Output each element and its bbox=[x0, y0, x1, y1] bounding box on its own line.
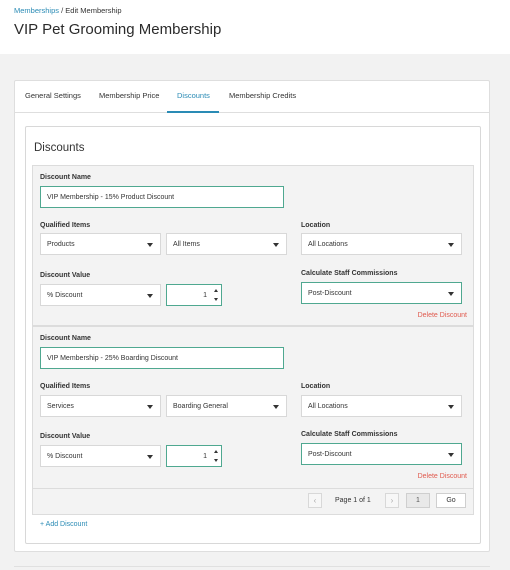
pagination-bar: ‹ Page 1 of 1 › 1 Go bbox=[32, 489, 474, 515]
page-header: Memberships / Edit Membership VIP Pet Gr… bbox=[0, 0, 510, 54]
chevron-down-icon bbox=[147, 455, 153, 459]
chevron-down-icon bbox=[448, 292, 454, 296]
discount-name-label: Discount Name bbox=[40, 335, 91, 342]
tab-bar: General Settings Membership Price Discou… bbox=[15, 81, 489, 113]
value-type-select[interactable]: % Discount bbox=[40, 284, 161, 306]
location-select[interactable]: All Locations bbox=[301, 395, 462, 417]
item-type-value: Products bbox=[47, 241, 75, 248]
stepper-down-icon[interactable] bbox=[214, 298, 218, 301]
page-title: VIP Pet Grooming Membership bbox=[14, 21, 222, 38]
prev-page-button[interactable]: ‹ bbox=[308, 493, 322, 508]
location-label: Location bbox=[301, 222, 331, 229]
stepper-up-icon[interactable] bbox=[214, 450, 218, 453]
tab-membership-price[interactable]: Membership Price bbox=[99, 91, 159, 100]
chevron-down-icon bbox=[147, 405, 153, 409]
discount-value-label: Discount Value bbox=[40, 272, 91, 279]
delete-discount-link[interactable]: Delete Discount bbox=[418, 312, 467, 319]
discount-value-stepper[interactable]: 1 bbox=[166, 445, 222, 467]
discounts-panel: Discounts Discount Name VIP Membership -… bbox=[25, 126, 481, 544]
tab-discounts[interactable]: Discounts bbox=[177, 91, 210, 100]
item-type-value: Services bbox=[47, 403, 74, 410]
location-select[interactable]: All Locations bbox=[301, 233, 462, 255]
divider bbox=[14, 566, 490, 567]
item-scope-value: All Items bbox=[173, 241, 200, 248]
location-value: All Locations bbox=[308, 241, 348, 248]
staff-commissions-label: Calculate Staff Commissions bbox=[301, 431, 398, 438]
chevron-down-icon bbox=[147, 243, 153, 247]
value-type-value: % Discount bbox=[47, 292, 83, 299]
staff-commissions-label: Calculate Staff Commissions bbox=[301, 270, 398, 277]
discount-value-stepper[interactable]: 1 bbox=[166, 284, 222, 306]
delete-discount-link[interactable]: Delete Discount bbox=[418, 473, 467, 480]
membership-card: General Settings Membership Price Discou… bbox=[14, 80, 490, 552]
qualified-items-label: Qualified Items bbox=[40, 222, 91, 229]
staff-commissions-value: Post-Discount bbox=[308, 290, 352, 297]
chevron-down-icon bbox=[147, 294, 153, 298]
staff-commissions-select[interactable]: Post-Discount bbox=[301, 443, 462, 465]
item-type-select[interactable]: Services bbox=[40, 395, 161, 417]
add-discount-link[interactable]: + Add Discount bbox=[40, 521, 87, 528]
staff-commissions-value: Post-Discount bbox=[308, 451, 352, 458]
chevron-down-icon bbox=[448, 405, 454, 409]
tab-membership-credits[interactable]: Membership Credits bbox=[229, 91, 296, 100]
discount-value: 1 bbox=[203, 453, 207, 460]
chevron-down-icon bbox=[448, 453, 454, 457]
page-number-input[interactable]: 1 bbox=[406, 493, 430, 508]
item-scope-select[interactable]: Boarding General bbox=[166, 395, 287, 417]
breadcrumb-current: Edit Membership bbox=[65, 6, 122, 15]
tab-general-settings[interactable]: General Settings bbox=[25, 91, 81, 100]
chevron-down-icon bbox=[273, 405, 279, 409]
item-type-select[interactable]: Products bbox=[40, 233, 161, 255]
discounts-heading: Discounts bbox=[34, 142, 85, 154]
next-page-button[interactable]: › bbox=[385, 493, 399, 508]
breadcrumb-memberships-link[interactable]: Memberships bbox=[14, 6, 59, 15]
discount-name-input[interactable]: VIP Membership - 15% Product Discount bbox=[40, 186, 284, 208]
discount-name-input[interactable]: VIP Membership - 25% Boarding Discount bbox=[40, 347, 284, 369]
go-button[interactable]: Go bbox=[436, 493, 466, 508]
stepper-up-icon[interactable] bbox=[214, 289, 218, 292]
qualified-items-label: Qualified Items bbox=[40, 383, 91, 390]
value-type-select[interactable]: % Discount bbox=[40, 445, 161, 467]
staff-commissions-select[interactable]: Post-Discount bbox=[301, 282, 462, 304]
discount-value: 1 bbox=[203, 292, 207, 299]
page-indicator: Page 1 of 1 bbox=[335, 497, 371, 504]
value-type-value: % Discount bbox=[47, 453, 83, 460]
discount-value-label: Discount Value bbox=[40, 433, 91, 440]
item-scope-select[interactable]: All Items bbox=[166, 233, 287, 255]
location-label: Location bbox=[301, 383, 331, 390]
discount-name-label: Discount Name bbox=[40, 174, 91, 181]
discount-group: Discount Name VIP Membership - 25% Board… bbox=[32, 326, 474, 489]
discount-group: Discount Name VIP Membership - 15% Produ… bbox=[32, 165, 474, 326]
item-scope-value: Boarding General bbox=[173, 403, 228, 410]
active-tab-indicator bbox=[167, 111, 219, 113]
breadcrumb: Memberships / Edit Membership bbox=[14, 6, 122, 15]
chevron-down-icon bbox=[448, 243, 454, 247]
stepper-down-icon[interactable] bbox=[214, 459, 218, 462]
location-value: All Locations bbox=[308, 403, 348, 410]
chevron-down-icon bbox=[273, 243, 279, 247]
